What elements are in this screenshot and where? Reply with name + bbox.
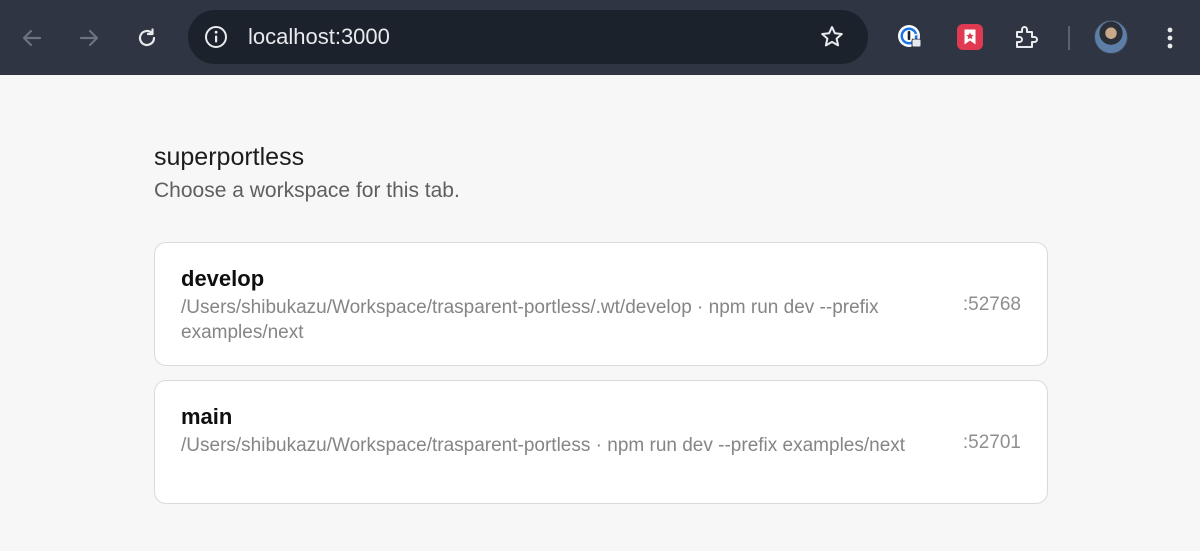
star-icon[interactable] [818,23,846,51]
password-manager-icon[interactable] [896,23,924,51]
profile-avatar[interactable] [1094,20,1128,54]
workspace-port: :52701 [962,432,1021,453]
forward-button[interactable] [69,18,109,58]
workspace-name: main [181,404,233,429]
workspace-card-develop[interactable]: develop /Users/shibukazu/Workspace/trasp… [154,242,1048,366]
workspace-detail: /Users/shibukazu/Workspace/trasparent-po… [181,435,906,456]
reload-icon [138,28,156,47]
toolbar-divider [1068,26,1070,50]
browser-toolbar: localhost:3000 [0,0,1200,75]
info-icon[interactable] [202,23,230,51]
workspace-detail: /Users/shibukazu/Workspace/trasparent-po… [181,297,879,343]
bookmark-extension-icon[interactable] [956,23,984,51]
more-vertical-icon[interactable] [1158,24,1182,52]
url-text[interactable]: localhost:3000 [248,24,390,50]
page-title: superportless [154,143,305,171]
back-button[interactable] [12,18,52,58]
address-bar[interactable]: localhost:3000 [188,10,868,64]
workspace-name: develop [181,266,265,291]
page-subtitle: Choose a workspace for this tab. [154,179,460,202]
arrow-right-icon [79,29,99,47]
workspace-port: :52768 [962,294,1021,315]
arrow-left-icon [22,29,42,47]
puzzle-icon[interactable] [1012,23,1040,51]
reload-button[interactable] [127,18,167,58]
workspace-card-main[interactable]: main /Users/shibukazu/Workspace/traspare… [154,380,1048,504]
page-header: superportless Choose a workspace for thi… [154,142,1048,204]
